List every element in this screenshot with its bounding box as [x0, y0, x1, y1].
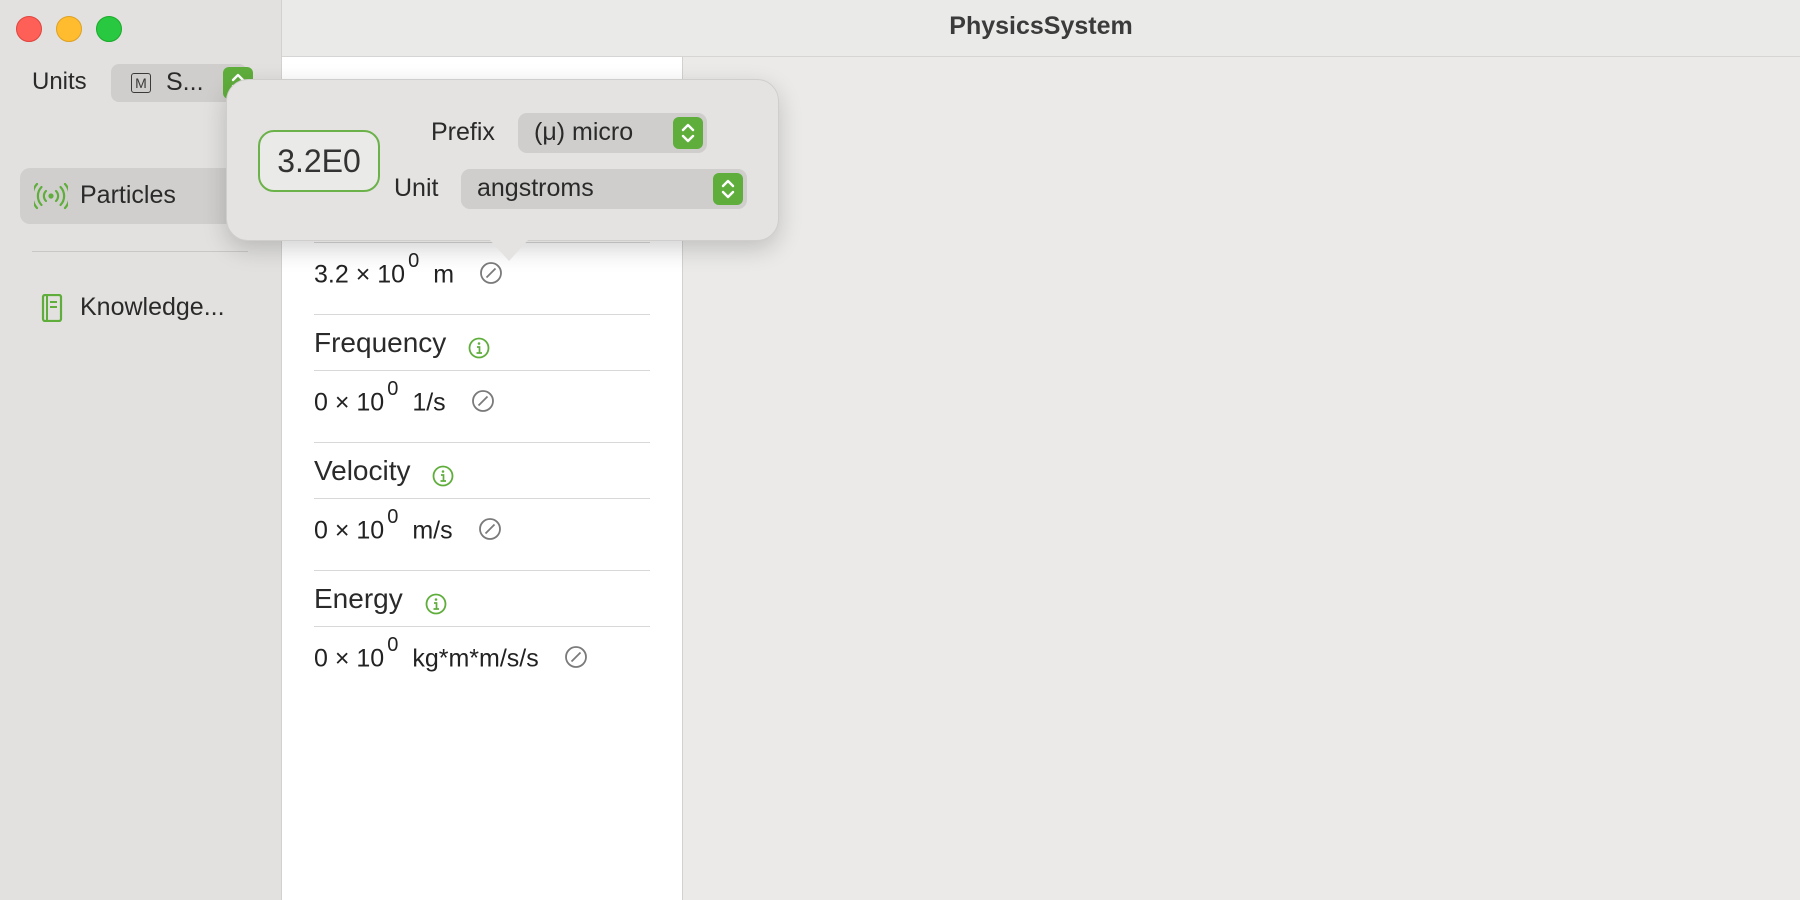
prefix-popup-button[interactable]: (μ) micro	[518, 113, 707, 153]
popover-arrow	[489, 239, 529, 261]
measurement-system-icon: M	[131, 73, 151, 93]
value-unit: m	[433, 260, 455, 289]
row-separator	[314, 570, 650, 571]
section-header-velocity: Velocity	[314, 455, 454, 487]
info-icon[interactable]	[432, 462, 454, 487]
info-icon[interactable]	[425, 590, 447, 615]
unit-popup-button[interactable]: angstroms	[461, 169, 747, 209]
zoom-window-button[interactable]	[96, 16, 122, 42]
value-unit: kg*m*m/s/s	[412, 644, 539, 673]
chevron-up-down-icon	[673, 117, 703, 149]
window-title: PhysicsSystem	[949, 12, 1133, 40]
unit-label: Unit	[394, 174, 439, 202]
row-separator	[314, 442, 650, 443]
unit-edit-popover: 3.2E0 Prefix (μ) micro Unit angstroms	[226, 79, 779, 261]
value-exponent: 0	[387, 634, 399, 656]
unit-popup-value: angstroms	[477, 174, 594, 202]
row-separator	[314, 242, 650, 243]
sidebar-item-label: Knowledge...	[80, 293, 225, 321]
sidebar-item-knowledge[interactable]: Knowledge...	[20, 280, 300, 336]
value-mantissa: 3.2 × 10	[314, 260, 406, 289]
value-exponent: 0	[387, 378, 399, 400]
section-header-label: Velocity	[314, 455, 411, 486]
value-mantissa: 0 × 10	[314, 644, 385, 673]
section-header-label: Energy	[314, 583, 403, 614]
detail-pane	[683, 57, 1800, 900]
close-window-button[interactable]	[16, 16, 42, 42]
broadcast-icon	[31, 182, 71, 210]
value-exponent: 0	[408, 250, 420, 272]
book-icon	[34, 293, 68, 323]
units-label: Units	[32, 68, 87, 95]
value-mantissa: 0 × 10	[314, 388, 385, 417]
value-unit: m/s	[412, 516, 453, 545]
row-separator	[314, 370, 650, 371]
minimize-window-button[interactable]	[56, 16, 82, 42]
section-header-frequency: Frequency	[314, 327, 490, 359]
edit-value-icon[interactable]	[564, 645, 588, 669]
section-header-label: Frequency	[314, 327, 447, 358]
value-unit: 1/s	[412, 388, 446, 417]
value-mantissa: 0 × 10	[314, 516, 385, 545]
sidebar-divider	[32, 251, 248, 252]
edit-value-icon[interactable]	[478, 517, 502, 541]
row-separator	[314, 498, 650, 499]
prefix-label: Prefix	[431, 118, 495, 146]
edit-value-icon[interactable]	[479, 261, 503, 285]
units-popup-value: S...	[166, 68, 204, 96]
title-bar: PhysicsSystem	[282, 0, 1800, 57]
section-header-energy: Energy	[314, 583, 447, 615]
edit-value-icon[interactable]	[471, 389, 495, 413]
row-separator	[314, 314, 650, 315]
row-separator	[314, 626, 650, 627]
prefix-popup-value: (μ) micro	[534, 118, 634, 146]
chevron-up-down-icon	[713, 173, 743, 205]
sidebar-item-label: Particles	[80, 181, 176, 209]
app-window: Units M S... Particles Knowledge... Phys…	[0, 0, 1800, 900]
value-exponent: 0	[387, 506, 399, 528]
info-icon[interactable]	[468, 334, 490, 359]
number-value-field[interactable]: 3.2E0	[258, 130, 380, 192]
